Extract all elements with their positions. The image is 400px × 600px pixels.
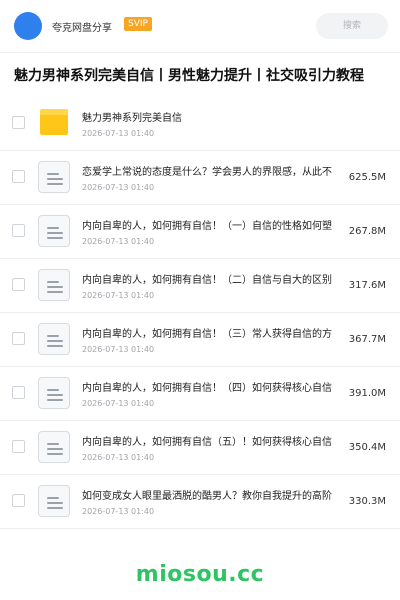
folder-icon bbox=[40, 109, 68, 135]
file-date: 2026-07-13 01:40 bbox=[82, 129, 155, 138]
file-date: 2026-07-13 01:40 bbox=[82, 291, 155, 300]
file-size: 367.7M bbox=[348, 334, 386, 345]
file-name[interactable]: 恋爱学上常说的态度是什么？学会男人的界限感，从此不 bbox=[82, 166, 354, 180]
file-size: 350.4M bbox=[348, 442, 386, 453]
file-name[interactable]: 内向自卑的人，如何拥有自信！（一）自信的性格如何塑 bbox=[82, 220, 354, 234]
file-size: 625.5M bbox=[348, 172, 386, 183]
file-size: 267.8M bbox=[348, 226, 386, 237]
file-row[interactable]: 内向自卑的人，如何拥有自信！（四）如何获得核心自信 2026-07-13 01:4… bbox=[0, 367, 400, 421]
document-icon bbox=[38, 161, 70, 193]
file-row[interactable]: 内向自卑的人，如何拥有自信！（一）自信的性格如何塑 2026-07-13 01:4… bbox=[0, 205, 400, 259]
file-name[interactable]: 魅力男神系列完美自信 bbox=[82, 112, 354, 126]
page-title: 魅力男神系列完美自信丨男性魅力提升丨社交吸引力教程 bbox=[14, 68, 364, 84]
brand-watermark: miosou.cc bbox=[135, 562, 265, 587]
document-icon bbox=[38, 431, 70, 463]
document-icon bbox=[38, 377, 70, 409]
file-size: 391.0M bbox=[348, 388, 386, 399]
file-size: 317.6M bbox=[348, 280, 386, 291]
header-bar: 夸克网盘分享 SVIP 搜索 bbox=[0, 0, 400, 52]
file-date: 2026-07-13 01:40 bbox=[82, 345, 155, 354]
file-date: 2026-07-13 01:40 bbox=[82, 183, 155, 192]
svip-badge: SVIP bbox=[124, 17, 152, 31]
file-row[interactable]: 恋爱学上常说的态度是什么？学会男人的界限感，从此不 2026-07-13 01:4… bbox=[0, 151, 400, 205]
file-name[interactable]: 内向自卑的人，如何拥有自信！（二）自信与自大的区别 bbox=[82, 274, 354, 288]
file-date: 2026-07-13 01:40 bbox=[82, 453, 155, 462]
row-checkbox[interactable] bbox=[12, 494, 25, 507]
file-row[interactable]: 内向自卑的人，如何拥有自信！（二）自信与自大的区别 2026-07-13 01:4… bbox=[0, 259, 400, 313]
file-row[interactable]: 内向自卑的人，如何拥有自信（五）！如何获得核心自信 2026-07-13 01:4… bbox=[0, 421, 400, 475]
file-size: 330.3M bbox=[348, 496, 386, 507]
folder-row[interactable]: 魅力男神系列完美自信 2026-07-13 01:40 bbox=[0, 97, 400, 151]
file-name[interactable]: 内向自卑的人，如何拥有自信！（三）常人获得自信的方 bbox=[82, 328, 354, 342]
file-date: 2026-07-13 01:40 bbox=[82, 399, 155, 408]
file-name[interactable]: 内向自卑的人，如何拥有自信！（四）如何获得核心自信 bbox=[82, 382, 354, 396]
document-icon bbox=[38, 215, 70, 247]
file-row[interactable]: 如何变成女人眼里最洒脱的酷男人？教你自我提升的高阶 2026-07-13 01:4… bbox=[0, 475, 400, 529]
file-list: 魅力男神系列完美自信 2026-07-13 01:40 恋爱学上常说的态度是什么？学… bbox=[0, 97, 400, 529]
row-checkbox[interactable] bbox=[12, 440, 25, 453]
file-date: 2026-07-13 01:40 bbox=[82, 237, 155, 246]
row-checkbox[interactable] bbox=[12, 386, 25, 399]
file-name[interactable]: 内向自卑的人，如何拥有自信（五）！如何获得核心自信 bbox=[82, 436, 354, 450]
user-name[interactable]: 夸克网盘分享 bbox=[52, 19, 112, 34]
header-divider bbox=[0, 52, 400, 53]
document-icon bbox=[38, 323, 70, 355]
row-checkbox[interactable] bbox=[12, 170, 25, 183]
avatar[interactable] bbox=[14, 12, 42, 40]
document-icon bbox=[38, 485, 70, 517]
search-button[interactable]: 搜索 bbox=[316, 13, 388, 39]
document-icon bbox=[38, 269, 70, 301]
row-checkbox[interactable] bbox=[12, 278, 25, 291]
row-checkbox[interactable] bbox=[12, 224, 25, 237]
file-name[interactable]: 如何变成女人眼里最洒脱的酷男人？教你自我提升的高阶 bbox=[82, 490, 354, 504]
row-checkbox[interactable] bbox=[12, 332, 25, 345]
file-row[interactable]: 内向自卑的人，如何拥有自信！（三）常人获得自信的方 2026-07-13 01:4… bbox=[0, 313, 400, 367]
row-checkbox[interactable] bbox=[12, 116, 25, 129]
file-date: 2026-07-13 01:40 bbox=[82, 507, 155, 516]
